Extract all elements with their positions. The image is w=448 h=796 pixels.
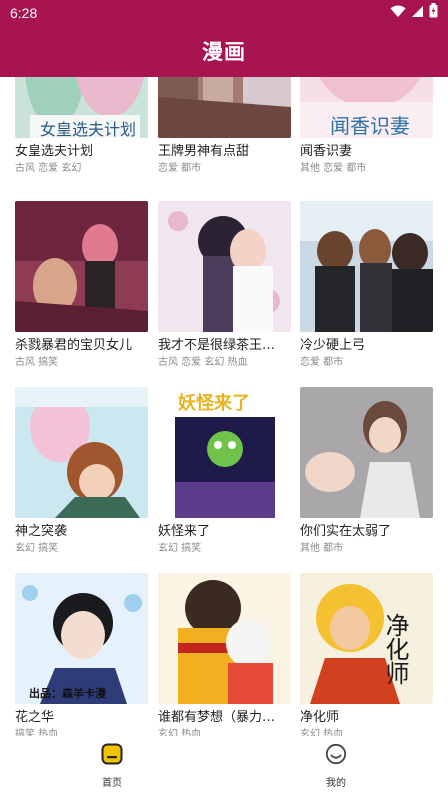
comic-card[interactable]: 净化师 净化师 玄幻 热血 — [300, 573, 433, 736]
comic-cover — [300, 387, 433, 518]
comic-cover: 出品：森羊卡漫 — [15, 573, 148, 704]
comic-title: 闻香识妻 — [300, 144, 353, 159]
comic-tags: 玄幻 热血 — [300, 729, 344, 736]
comic-tags: 搞笑 热血 — [15, 729, 59, 736]
status-icons — [390, 3, 438, 22]
comic-title: 杀戮暴君的宝贝女儿 — [15, 338, 133, 353]
page-title: 漫画 — [202, 40, 246, 64]
status-bar: 6:28 — [0, 0, 448, 25]
comic-card[interactable]: 我才不是很绿茶王妃呢 古风 恋爱 玄幻 热血 — [158, 201, 291, 370]
comic-tags: 玄幻 搞笑 — [15, 543, 59, 554]
comic-title: 我才不是很绿茶王妃呢 — [158, 338, 286, 353]
comic-title: 冷少硬上弓 — [300, 338, 366, 353]
comic-cover — [158, 573, 291, 704]
comic-title: 妖怪来了 — [158, 524, 211, 539]
comic-cover: 闻香识妻 — [300, 77, 433, 138]
comic-cover — [15, 201, 148, 332]
comic-title: 净化师 — [300, 710, 340, 725]
comic-cover: 妖怪来了 — [158, 387, 291, 518]
cover-title-art: 净化师 — [381, 613, 409, 685]
comic-tags: 恋爱 都市 — [158, 163, 202, 174]
comic-title: 花之华 — [15, 710, 55, 725]
cover-credit-art: 出品：森羊卡漫 — [29, 686, 107, 700]
comic-card[interactable]: 神之突袭 玄幻 搞笑 — [15, 387, 148, 556]
comic-cover: 女皇选夫计划 — [15, 77, 148, 138]
wifi-icon — [390, 3, 406, 22]
comic-tags: 其他 都市 — [300, 543, 344, 554]
comic-tags: 玄幻 搞笑 — [158, 543, 202, 554]
svg-text:女皇选夫计划: 女皇选夫计划 — [40, 120, 136, 138]
profile-icon — [325, 743, 347, 769]
signal-icon — [411, 3, 424, 22]
comic-tags: 古风 搞笑 — [15, 357, 59, 368]
nav-profile-label: 我的 — [326, 778, 346, 789]
comic-card[interactable]: 冷少硬上弓 恋爱 都市 — [300, 201, 433, 370]
comic-title: 谁都有梦想（暴力兔） — [158, 710, 286, 725]
comic-title: 你们实在太弱了 — [300, 524, 392, 539]
comic-card[interactable]: 出品：森羊卡漫 花之华 搞笑 热血 — [15, 573, 148, 736]
comic-card[interactable]: 你们实在太弱了 其他 都市 — [300, 387, 433, 556]
app-bar: 漫画 — [0, 25, 448, 77]
nav-home-label: 首页 — [102, 778, 122, 789]
comic-card[interactable]: 杀戮暴君的宝贝女儿 古风 搞笑 — [15, 201, 148, 370]
comic-card[interactable]: 谁都有梦想（暴力兔） 玄幻 热血 — [158, 573, 291, 736]
nav-home[interactable]: 首页 — [0, 736, 224, 796]
comic-title: 神之突袭 — [15, 524, 68, 539]
home-icon — [101, 743, 123, 769]
comic-tags: 恋爱 都市 — [300, 357, 344, 368]
comic-cover — [158, 77, 291, 138]
comic-card[interactable]: 王牌男神有点甜 恋爱 都市 — [158, 77, 291, 176]
battery-icon — [429, 3, 438, 22]
comic-list[interactable]: 女皇选夫计划 女皇选夫计划 古风 恋爱 玄幻 王牌男神有点甜 恋爱 都市 闻香识… — [0, 77, 448, 736]
comic-card[interactable]: 妖怪来了 妖怪来了 玄幻 搞笑 — [158, 387, 291, 556]
comic-tags: 其他 恋爱 都市 — [300, 163, 367, 174]
comic-card[interactable]: 女皇选夫计划 女皇选夫计划 古风 恋爱 玄幻 — [15, 77, 148, 176]
cover-title-art: 妖怪来了 — [178, 392, 250, 414]
comic-title: 女皇选夫计划 — [15, 144, 94, 159]
comic-cover — [158, 201, 291, 332]
comic-tags: 玄幻 热血 — [158, 729, 202, 736]
comic-cover — [15, 387, 148, 518]
comic-title: 王牌男神有点甜 — [158, 144, 250, 159]
nav-profile[interactable]: 我的 — [224, 736, 448, 796]
comic-cover — [300, 201, 433, 332]
comic-card[interactable]: 闻香识妻 闻香识妻 其他 恋爱 都市 — [300, 77, 433, 176]
svg-text:闻香识妻: 闻香识妻 — [330, 114, 410, 138]
comic-tags: 古风 恋爱 玄幻 热血 — [158, 357, 248, 368]
bottom-nav: 首页 我的 — [0, 736, 448, 796]
status-time: 6:28 — [10, 4, 38, 21]
comic-tags: 古风 恋爱 玄幻 — [15, 163, 82, 174]
comic-cover: 净化师 — [300, 573, 433, 704]
